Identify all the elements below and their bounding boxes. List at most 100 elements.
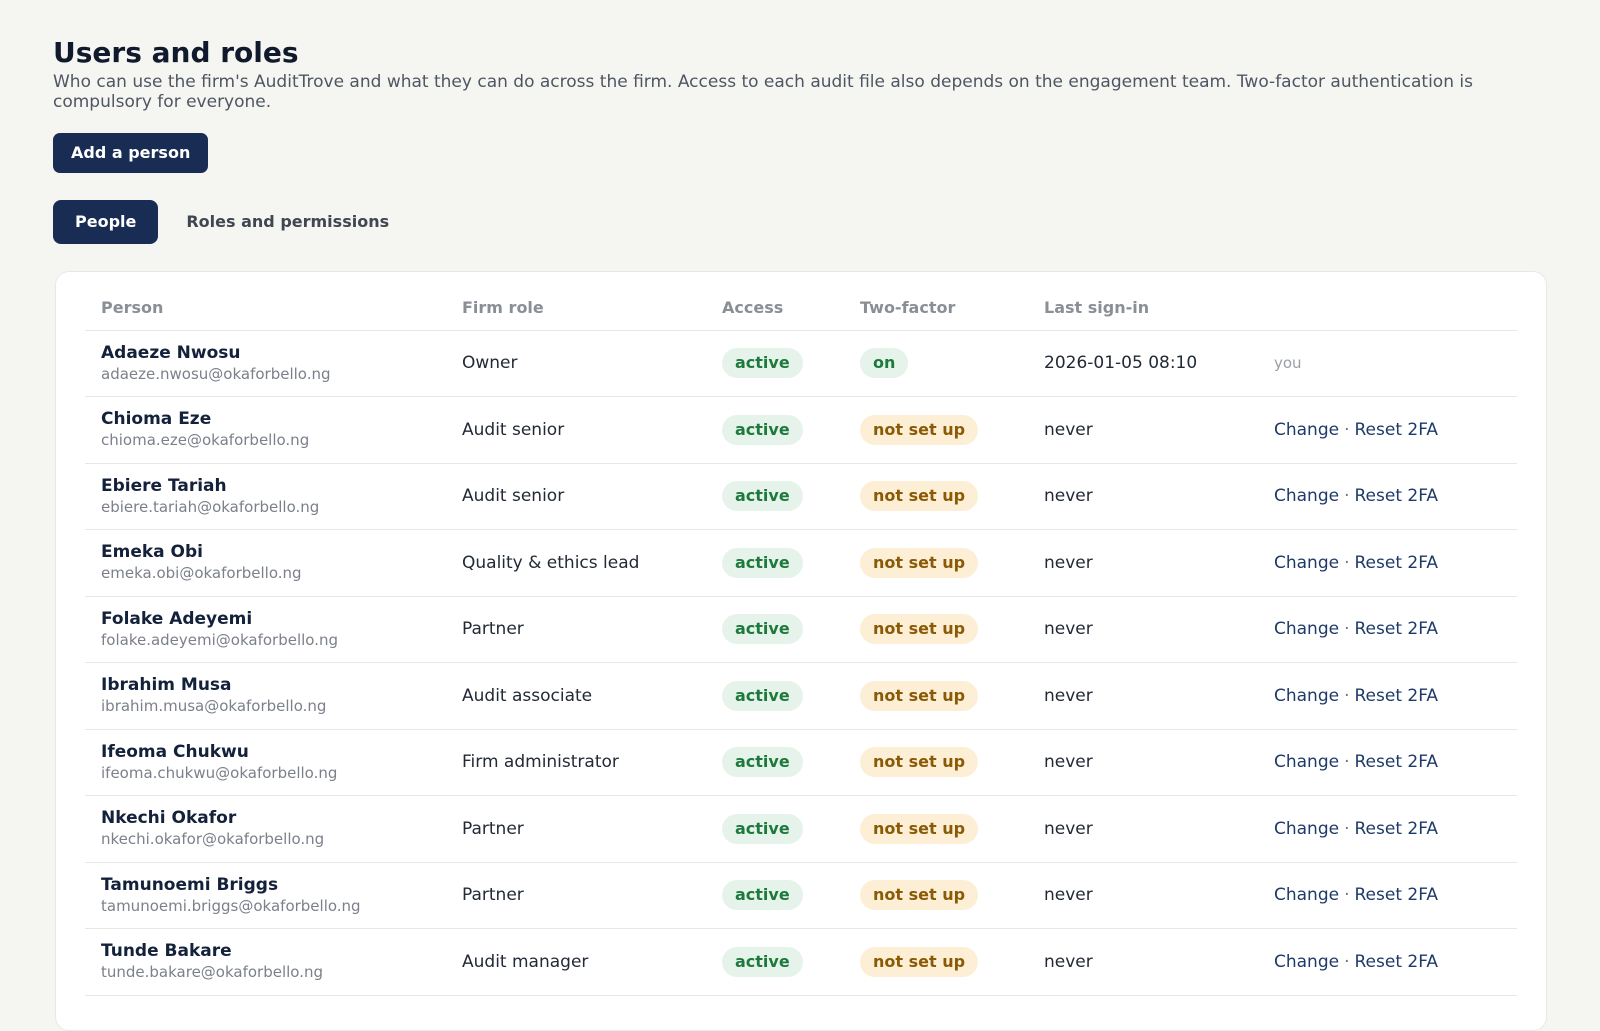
reset-2fa-link[interactable]: Reset 2FA <box>1355 752 1439 772</box>
access-cell: active <box>722 662 860 730</box>
access-cell: active <box>722 529 860 597</box>
add-person-button[interactable]: Add a person <box>53 133 209 173</box>
row-actions-cell: Change · Reset 2FA <box>1274 596 1517 663</box>
person-name: Ebiere Tariah <box>101 475 227 496</box>
firm-role-cell: Audit senior <box>462 396 722 464</box>
person-cell: Ifeoma Chukwu ifeoma.chukwu@okaforbello.n… <box>85 729 462 796</box>
reset-2fa-link[interactable]: Reset 2FA <box>1355 553 1439 573</box>
action-separator: · <box>1344 685 1350 706</box>
table-row: Ifeoma Chukwu ifeoma.chukwu@okaforbello.n… <box>85 729 1517 796</box>
person-name: Folake Adeyemi <box>101 608 253 629</box>
access-status-badge: active <box>722 747 803 778</box>
page-description: Who can use the firm's AuditTrove and wh… <box>53 72 1473 112</box>
row-actions-cell: Change · Reset 2FA <box>1274 795 1517 863</box>
reset-2fa-link[interactable]: Reset 2FA <box>1355 619 1439 639</box>
person-email: folake.adeyemi@okaforbello.ng <box>101 630 339 649</box>
access-status-badge: active <box>722 348 803 379</box>
person-name: Tamunoemi Briggs <box>101 874 279 895</box>
table-row: Chioma Eze chioma.eze@okaforbello.ng Audit… <box>85 396 1517 464</box>
person-email: ebiere.tariah@okaforbello.ng <box>101 497 320 516</box>
person-name: Ibrahim Musa <box>101 675 232 696</box>
access-cell: active <box>722 729 860 796</box>
two-factor-status-badge: not set up <box>860 680 979 711</box>
firm-role-cell: Owner <box>462 330 722 397</box>
two-factor-status-badge: not set up <box>860 614 979 645</box>
row-actions-cell: Change · Reset 2FA <box>1274 928 1517 996</box>
people-card: Person Firm role Access Two-factor Last … <box>55 271 1547 1031</box>
reset-2fa-link[interactable]: Reset 2FA <box>1355 819 1439 839</box>
reset-2fa-link[interactable]: Reset 2FA <box>1355 686 1439 706</box>
action-separator: · <box>1344 419 1350 440</box>
two-factor-status-badge: not set up <box>860 481 979 512</box>
last-sign-in-cell: never <box>1044 928 1274 996</box>
two-factor-cell: not set up <box>860 396 1044 464</box>
action-separator: · <box>1344 818 1350 839</box>
person-cell: Emeka Obi emeka.obi@okaforbello.ng <box>85 529 462 597</box>
firm-role-cell: Audit associate <box>462 662 722 730</box>
table-header-row: Person Firm role Access Two-factor Last … <box>85 285 1517 331</box>
access-status-badge: active <box>722 614 803 645</box>
table-row: Tunde Bakare tunde.bakare@okaforbello.ng A… <box>85 928 1517 996</box>
change-role-link[interactable]: Change <box>1274 486 1339 506</box>
person-cell: Adaeze Nwosu adaeze.nwosu@okaforbello.ng <box>85 330 462 397</box>
two-factor-cell: on <box>860 330 1044 397</box>
column-header-firm-role: Firm role <box>462 285 722 331</box>
person-email: chioma.eze@okaforbello.ng <box>101 431 310 450</box>
firm-role-cell: Firm administrator <box>462 729 722 796</box>
last-sign-in-cell: 2026-01-05 08:10 <box>1044 330 1274 397</box>
tab-roles-and-permissions[interactable]: Roles and permissions <box>164 200 411 244</box>
change-role-link[interactable]: Change <box>1274 619 1339 639</box>
person-email: tunde.bakare@okaforbello.ng <box>101 963 324 982</box>
two-factor-status-badge: not set up <box>860 813 979 844</box>
access-status-badge: active <box>722 813 803 844</box>
firm-role-cell: Partner <box>462 596 722 663</box>
access-status-badge: active <box>722 481 803 512</box>
two-factor-cell: not set up <box>860 795 1044 863</box>
change-role-link[interactable]: Change <box>1274 885 1339 905</box>
person-cell: Nkechi Okafor nkechi.okafor@okaforbello.n… <box>85 795 462 863</box>
table-row: Tamunoemi Briggs tamunoemi.briggs@okaforb… <box>85 862 1517 929</box>
tab-bar: People Roles and permissions <box>53 200 411 244</box>
firm-role-cell: Partner <box>462 862 722 929</box>
change-role-link[interactable]: Change <box>1274 686 1339 706</box>
two-factor-cell: not set up <box>860 928 1044 996</box>
table-row: Nkechi Okafor nkechi.okafor@okaforbello.n… <box>85 795 1517 863</box>
access-status-badge: active <box>722 946 803 977</box>
people-table: Person Firm role Access Two-factor Last … <box>85 285 1517 996</box>
two-factor-status-badge: not set up <box>860 747 979 778</box>
current-user-label: you <box>1274 354 1302 373</box>
two-factor-cell: not set up <box>860 596 1044 663</box>
person-email: nkechi.okafor@okaforbello.ng <box>101 830 325 849</box>
access-cell: active <box>722 463 860 530</box>
change-role-link[interactable]: Change <box>1274 819 1339 839</box>
change-role-link[interactable]: Change <box>1274 553 1339 573</box>
person-email: emeka.obi@okaforbello.ng <box>101 564 302 583</box>
tab-people[interactable]: People <box>53 200 159 244</box>
change-role-link[interactable]: Change <box>1274 420 1339 440</box>
reset-2fa-link[interactable]: Reset 2FA <box>1355 885 1439 905</box>
two-factor-cell: not set up <box>860 729 1044 796</box>
access-cell: active <box>722 928 860 996</box>
person-cell: Ibrahim Musa ibrahim.musa@okaforbello.ng <box>85 662 462 730</box>
table-row: Ibrahim Musa ibrahim.musa@okaforbello.ng A… <box>85 662 1517 730</box>
row-actions-cell: you <box>1274 330 1517 397</box>
change-role-link[interactable]: Change <box>1274 752 1339 772</box>
row-actions-cell: Change · Reset 2FA <box>1274 729 1517 796</box>
reset-2fa-link[interactable]: Reset 2FA <box>1355 952 1439 972</box>
reset-2fa-link[interactable]: Reset 2FA <box>1355 486 1439 506</box>
last-sign-in-cell: never <box>1044 729 1274 796</box>
two-factor-status-badge: not set up <box>860 880 979 911</box>
column-header-person: Person <box>85 285 462 331</box>
person-cell: Chioma Eze chioma.eze@okaforbello.ng <box>85 396 462 464</box>
action-separator: · <box>1344 951 1350 972</box>
change-role-link[interactable]: Change <box>1274 952 1339 972</box>
person-name: Tunde Bakare <box>101 941 232 962</box>
last-sign-in-cell: never <box>1044 596 1274 663</box>
table-row: Adaeze Nwosu adaeze.nwosu@okaforbello.ng O… <box>85 330 1517 397</box>
person-name: Adaeze Nwosu <box>101 342 241 363</box>
reset-2fa-link[interactable]: Reset 2FA <box>1355 420 1439 440</box>
two-factor-status-badge: not set up <box>860 946 979 977</box>
row-actions-cell: Change · Reset 2FA <box>1274 463 1517 530</box>
access-cell: active <box>722 795 860 863</box>
person-email: adaeze.nwosu@okaforbello.ng <box>101 364 331 383</box>
